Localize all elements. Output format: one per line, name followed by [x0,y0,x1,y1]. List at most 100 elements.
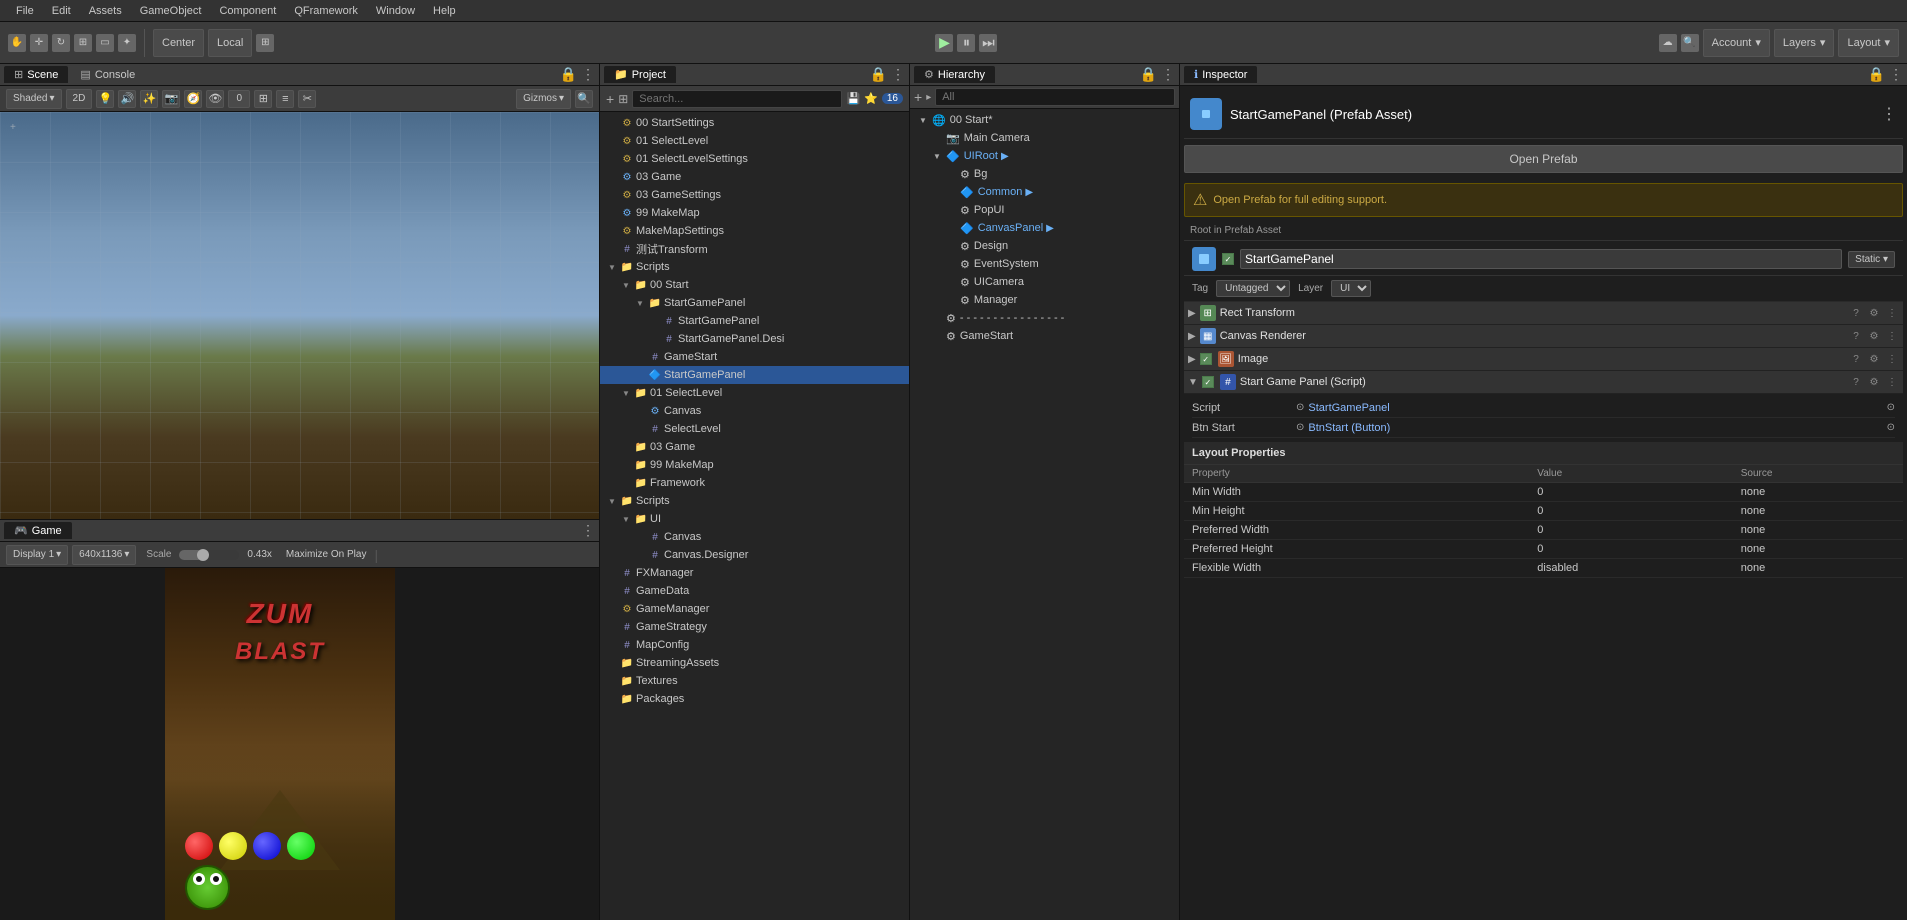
image-help-icon[interactable]: ? [1849,352,1863,366]
project-item-Textures[interactable]: 📁 Textures [600,672,909,690]
hier-add-btn[interactable]: + [914,89,922,105]
menu-file[interactable]: File [8,3,42,19]
project-item-03GameFolder[interactable]: 📁 03 Game [600,438,909,456]
search-toolbar-icon[interactable]: 🔍 [1681,34,1699,52]
project-item-GameManager[interactable]: ⚙ GameManager [600,600,909,618]
enabled-checkbox[interactable]: ✓ [1222,253,1234,265]
tool-move[interactable]: ✛ [30,34,48,52]
hier-item-4[interactable]: 🔷 Common▶ [910,183,1179,201]
rect-more-icon[interactable]: ⋮ [1885,306,1899,320]
gizmos-dropdown[interactable]: Gizmos ▾ [516,89,571,109]
project-item-01SelectLevelSettings[interactable]: ⚙ 01 SelectLevelSettings [600,150,909,168]
insp-more-btn[interactable]: ⋮ [1881,104,1897,124]
project-item-StartGamePanelCS[interactable]: # StartGamePanel [600,312,909,330]
mode-2d-btn[interactable]: 2D [66,89,93,109]
canvas-renderer-header[interactable]: ▶ ▦ Canvas Renderer ? ⚙ ⋮ [1184,325,1903,348]
tab-console[interactable]: ▤ Console [70,66,145,83]
hier-expand-icon[interactable]: ▼ [919,116,931,125]
pivot-local-btn[interactable]: Local [208,29,252,57]
hier-item-1[interactable]: 📷 Main Camera [910,129,1179,147]
project-item-GameData[interactable]: # GameData [600,582,909,600]
menu-component[interactable]: Component [211,3,284,19]
hier-item-8[interactable]: ⚙ EventSystem [910,255,1179,273]
hier-item-7[interactable]: ⚙ Design [910,237,1179,255]
hier-item-11[interactable]: ⚙ - - - - - - - - - - - - - - - - [910,309,1179,327]
project-item-03Game[interactable]: ⚙ 03 Game [600,168,909,186]
project-item-FXManager[interactable]: # FXManager [600,564,909,582]
menu-assets[interactable]: Assets [81,3,130,19]
layout-dropdown[interactable]: Layout ▾ [1838,29,1899,57]
maximize-btn[interactable]: Maximize On Play [286,549,367,560]
menu-qframework[interactable]: QFramework [286,3,366,19]
tag-select[interactable]: Untagged [1216,280,1290,297]
scene-grid2-icon[interactable]: ⊞ [254,90,272,108]
image-enabled-check[interactable]: ✓ [1200,353,1212,365]
step-btn[interactable]: ⏭ [979,34,997,52]
hier-item-5[interactable]: ⚙ PopUI [910,201,1179,219]
project-item-CanvasCS[interactable]: # Canvas [600,528,909,546]
project-add-btn[interactable]: + [606,91,614,107]
project-item-ScriptsUI[interactable]: ▼📁 Scripts [600,492,909,510]
script-target-btn[interactable]: ⊙ [1887,402,1895,413]
project-item-GameStrategy[interactable]: # GameStrategy [600,618,909,636]
tab-inspector[interactable]: ℹ Inspector [1184,66,1257,83]
scene-lock-icon[interactable]: 🔒 [560,66,577,83]
project-item-01SelectLevelFolder[interactable]: ▼📁 01 SelectLevel [600,384,909,402]
resolution-dropdown[interactable]: 640x1136 ▾ [72,545,136,565]
project-item-99MakeMap[interactable]: ⚙ 99 MakeMap [600,204,909,222]
rect-help-icon[interactable]: ? [1849,306,1863,320]
project-item-00Start[interactable]: ▼📁 00 Start [600,276,909,294]
tab-game[interactable]: 🎮 Game [4,522,72,539]
project-more-icon[interactable]: ⋮ [891,66,905,83]
scene-num-icon[interactable]: 0 [228,90,250,108]
project-item-TestTransform[interactable]: # 测试Transform [600,240,909,258]
tab-scene[interactable]: ⊞ Scene [4,66,68,83]
scene-audio-icon[interactable]: 🔊 [118,90,136,108]
canvas-more-icon[interactable]: ⋮ [1885,329,1899,343]
hier-search-input[interactable] [935,88,1175,106]
tool-scale[interactable]: ⊞ [74,34,92,52]
scene-del-icon[interactable]: ✂ [298,90,316,108]
tab-hierarchy[interactable]: ⚙ Hierarchy [914,66,995,83]
project-item-UIFolder[interactable]: ▼📁 UI [600,510,909,528]
grid-btn[interactable]: ⊞ [256,34,274,52]
tree-expand-icon[interactable]: ▼ [620,279,632,291]
rect-transform-header[interactable]: ▶ ⊞ Rect Transform ? ⚙ ⋮ [1184,302,1903,325]
hier-item-2[interactable]: ▼ 🔷 UIRoot▶ [910,147,1179,165]
project-tool-icon1[interactable]: ⊞ [618,92,628,106]
pause-btn[interactable]: ⏸ [957,34,975,52]
btn-start-target-btn[interactable]: ⊙ [1887,422,1895,433]
play-btn[interactable]: ▶ [935,34,953,52]
menu-window[interactable]: Window [368,3,423,19]
project-item-Packages[interactable]: 📁 Packages [600,690,909,708]
project-search-input[interactable] [632,90,842,108]
project-star-icon[interactable]: ⭐ [864,92,878,105]
scene-viewport[interactable]: + [0,112,599,519]
shading-dropdown[interactable]: Shaded ▾ [6,89,62,109]
hier-item-0[interactable]: ▼ 🌐 00 Start* [910,111,1179,129]
scene-hide-icon[interactable]: 👁 [206,90,224,108]
scene-nav-icon[interactable]: 🧭 [184,90,202,108]
active-check[interactable]: ✓ [1222,253,1234,265]
game-more-icon[interactable]: ⋮ [581,522,595,539]
tree-expand-icon[interactable]: ▼ [634,297,646,309]
scene-search-icon[interactable]: 🔍 [575,90,593,108]
cloud-icon[interactable]: ☁ [1659,34,1677,52]
image-settings-icon[interactable]: ⚙ [1867,352,1881,366]
display-dropdown[interactable]: Display 1 ▾ [6,545,68,565]
project-save-icon[interactable]: 💾 [846,92,860,105]
insp-more-icon[interactable]: ⋮ [1889,66,1903,83]
scene-fx-icon[interactable]: ✨ [140,90,158,108]
hier-item-3[interactable]: ⚙ Bg [910,165,1179,183]
static-dropdown[interactable]: Static ▾ [1848,251,1895,268]
tool-rect[interactable]: ▭ [96,34,114,52]
project-item-GameStart[interactable]: # GameStart [600,348,909,366]
project-item-03GameSettings[interactable]: ⚙ 03 GameSettings [600,186,909,204]
pivot-center-btn[interactable]: Center [153,29,204,57]
scene-camera-icon[interactable]: 📷 [162,90,180,108]
hier-more-icon[interactable]: ⋮ [1161,66,1175,83]
script-enabled-check[interactable]: ✓ [1202,376,1214,388]
scene-light-icon[interactable]: 💡 [96,90,114,108]
project-item-CanvasDesignerCS[interactable]: # Canvas.Designer [600,546,909,564]
tree-expand-icon[interactable]: ▼ [620,513,632,525]
